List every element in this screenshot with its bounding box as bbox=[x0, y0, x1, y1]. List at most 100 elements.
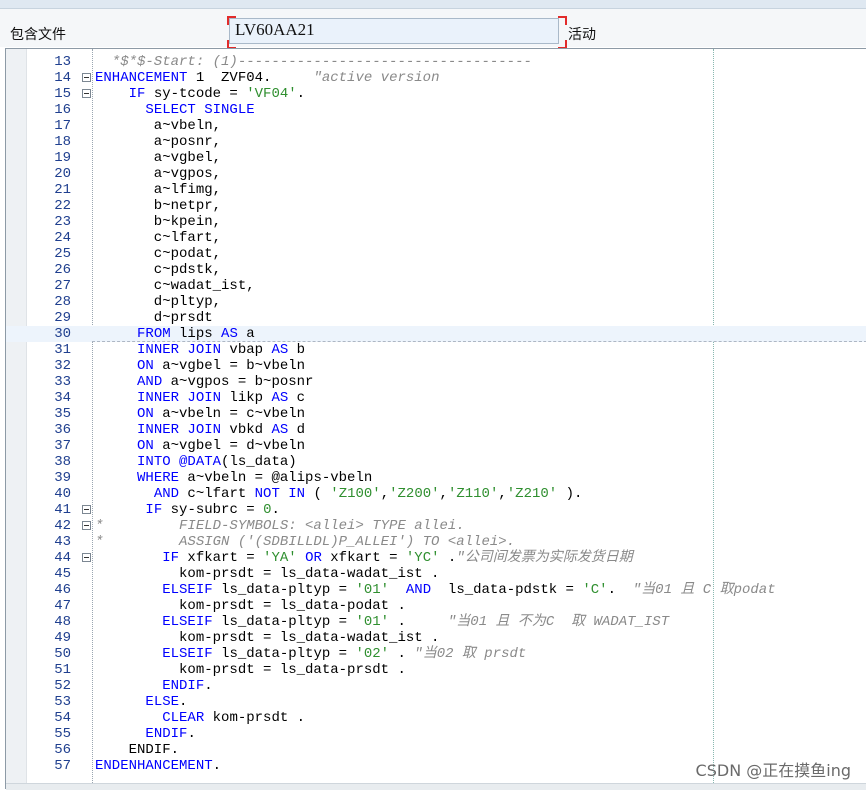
code-line[interactable]: 15 IF sy-tcode = 'VF04'. bbox=[6, 86, 866, 102]
code-text: INTO @DATA(ls_data) bbox=[95, 454, 297, 470]
code-line[interactable]: 48 ELSEIF ls_data-pltyp = '01' . "当01 且 … bbox=[6, 614, 866, 630]
code-line[interactable]: 54 CLEAR kom-prsdt . bbox=[6, 710, 866, 726]
code-line[interactable]: 56 ENDIF. bbox=[6, 742, 866, 758]
collapse-toggle-icon[interactable] bbox=[82, 521, 91, 530]
code-line[interactable]: 49 kom-prsdt = ls_data-wadat_ist . bbox=[6, 630, 866, 646]
code-token: * FIELD-SYMBOLS: <allei> TYPE allei. bbox=[95, 518, 465, 534]
code-text: kom-prsdt = ls_data-podat . bbox=[95, 598, 406, 614]
line-number: 32 bbox=[54, 358, 71, 374]
code-token: *$*$-Start: (1)-------------------------… bbox=[95, 54, 532, 70]
code-line[interactable]: 37 ON a~vgbel = d~vbeln bbox=[6, 438, 866, 454]
code-line[interactable]: 16 SELECT SINGLE bbox=[6, 102, 866, 118]
code-token: ( bbox=[305, 486, 331, 502]
code-line[interactable]: 34 INNER JOIN likp AS c bbox=[6, 390, 866, 406]
code-token: xfkart = bbox=[179, 550, 264, 566]
code-line[interactable]: 39 WHERE a~vbeln = @alips-vbeln bbox=[6, 470, 866, 486]
code-token: IF bbox=[145, 502, 163, 518]
code-line[interactable]: 19 a~vgbel, bbox=[6, 150, 866, 166]
line-number: 29 bbox=[54, 310, 71, 326]
code-token: a~vbeln = c~vbeln bbox=[153, 406, 306, 422]
code-line[interactable]: 30 FROM lips AS a bbox=[6, 326, 866, 342]
code-token: SELECT SINGLE bbox=[145, 102, 255, 118]
code-text: c~pdstk, bbox=[95, 262, 221, 278]
code-token: likp bbox=[221, 390, 272, 406]
collapse-toggle-icon[interactable] bbox=[82, 505, 91, 514]
code-line[interactable]: 26 c~pdstk, bbox=[6, 262, 866, 278]
collapse-toggle-icon[interactable] bbox=[82, 73, 91, 82]
code-token: 'Z200' bbox=[389, 486, 440, 502]
line-number: 36 bbox=[54, 422, 71, 438]
collapse-toggle-icon[interactable] bbox=[82, 553, 91, 562]
code-line[interactable]: 52 ENDIF. bbox=[6, 678, 866, 694]
code-line[interactable]: 35 ON a~vbeln = c~vbeln bbox=[6, 406, 866, 422]
code-token: 'YA' bbox=[263, 550, 297, 566]
code-token: OR bbox=[305, 550, 322, 566]
code-line[interactable]: 22 b~netpr, bbox=[6, 198, 866, 214]
code-token: a~vgbel, bbox=[95, 150, 222, 166]
code-line[interactable]: 31 INNER JOIN vbap AS b bbox=[6, 342, 866, 358]
code-token: . bbox=[179, 694, 188, 710]
code-line[interactable]: 44 IF xfkart = 'YA' OR xfkart = 'YC' ."公… bbox=[6, 550, 866, 566]
code-text: AND c~lfart NOT IN ( 'Z100','Z200','Z110… bbox=[95, 486, 583, 502]
code-token: ls_data-pltyp = bbox=[212, 582, 356, 598]
code-line[interactable]: 23 b~kpein, bbox=[6, 214, 866, 230]
code-token: . bbox=[187, 726, 196, 742]
code-line[interactable]: 53 ELSE. bbox=[6, 694, 866, 710]
code-line[interactable]: 50 ELSEIF ls_data-pltyp = '02' . "当02 取 … bbox=[6, 646, 866, 662]
collapse-toggle-icon[interactable] bbox=[82, 89, 91, 98]
code-line[interactable]: 47 kom-prsdt = ls_data-podat . bbox=[6, 598, 866, 614]
code-token: c bbox=[288, 390, 306, 406]
code-text: INNER JOIN vbkd AS d bbox=[95, 422, 305, 438]
code-line[interactable]: 51 kom-prsdt = ls_data-prsdt . bbox=[6, 662, 866, 678]
line-number: 52 bbox=[54, 678, 71, 694]
code-line[interactable]: 29 d~prsdt bbox=[6, 310, 866, 326]
line-number: 14 bbox=[54, 70, 71, 86]
code-token: d bbox=[288, 422, 306, 438]
code-line[interactable]: 18 a~posnr, bbox=[6, 134, 866, 150]
code-token: AS bbox=[271, 342, 289, 358]
code-line[interactable]: 45 kom-prsdt = ls_data-wadat_ist . bbox=[6, 566, 866, 582]
code-token: INNER JOIN bbox=[137, 422, 222, 438]
code-line[interactable]: 27 c~wadat_ist, bbox=[6, 278, 866, 294]
code-line[interactable]: 42 * FIELD-SYMBOLS: <allei> TYPE allei. bbox=[6, 518, 866, 534]
code-line[interactable]: 36 INNER JOIN vbkd AS d bbox=[6, 422, 866, 438]
code-line[interactable]: 55 ENDIF. bbox=[6, 726, 866, 742]
code-line[interactable]: 25 c~podat, bbox=[6, 246, 866, 262]
code-line[interactable]: 14 ENHANCEMENT 1 ZVF04. "active version bbox=[6, 70, 866, 86]
code-line[interactable]: 41 IF sy-subrc = 0. bbox=[6, 502, 866, 518]
code-line[interactable]: 28 d~pltyp, bbox=[6, 294, 866, 310]
line-number: 44 bbox=[54, 550, 71, 566]
code-line[interactable]: 17 a~vbeln, bbox=[6, 118, 866, 134]
code-text: a~vgpos, bbox=[95, 166, 221, 182]
code-line[interactable]: 40 AND c~lfart NOT IN ( 'Z100','Z200','Z… bbox=[6, 486, 866, 502]
code-token: 'VF04' bbox=[246, 86, 297, 102]
code-token: . bbox=[296, 86, 306, 102]
code-token: INNER JOIN bbox=[137, 342, 222, 358]
code-editor[interactable]: 13 *$*$-Start: (1)----------------------… bbox=[5, 48, 866, 789]
code-text: * FIELD-SYMBOLS: <allei> TYPE allei. bbox=[95, 518, 465, 534]
code-line[interactable]: 24 c~lfart, bbox=[6, 230, 866, 246]
line-number: 18 bbox=[54, 134, 71, 150]
line-number: 19 bbox=[54, 150, 71, 166]
program-name-field[interactable]: LV60AA21 bbox=[229, 18, 559, 44]
code-token: c~podat, bbox=[95, 246, 222, 262]
code-line[interactable]: 13 *$*$-Start: (1)----------------------… bbox=[6, 54, 866, 70]
code-line[interactable]: 21 a~lfimg, bbox=[6, 182, 866, 198]
code-line[interactable]: 32 ON a~vgbel = b~vbeln bbox=[6, 358, 866, 374]
code-token: WHERE bbox=[137, 470, 180, 486]
code-line[interactable]: 43 * ASSIGN ('(SDBILLDL)P_ALLEI') TO <all… bbox=[6, 534, 866, 550]
line-number: 33 bbox=[54, 374, 71, 390]
code-text: c~wadat_ist, bbox=[95, 278, 255, 294]
line-number: 55 bbox=[54, 726, 71, 742]
code-line[interactable]: 33 AND a~vgpos = b~posnr bbox=[6, 374, 866, 390]
code-line[interactable]: 38 INTO @DATA(ls_data) bbox=[6, 454, 866, 470]
code-line[interactable]: 20 a~vgpos, bbox=[6, 166, 866, 182]
code-line[interactable]: 46 ELSEIF ls_data-pltyp = '01' AND ls_da… bbox=[6, 582, 866, 598]
code-token: '01' bbox=[355, 614, 390, 630]
code-token: sy-tcode = bbox=[145, 86, 247, 102]
code-token: d~pltyp, bbox=[95, 294, 222, 310]
